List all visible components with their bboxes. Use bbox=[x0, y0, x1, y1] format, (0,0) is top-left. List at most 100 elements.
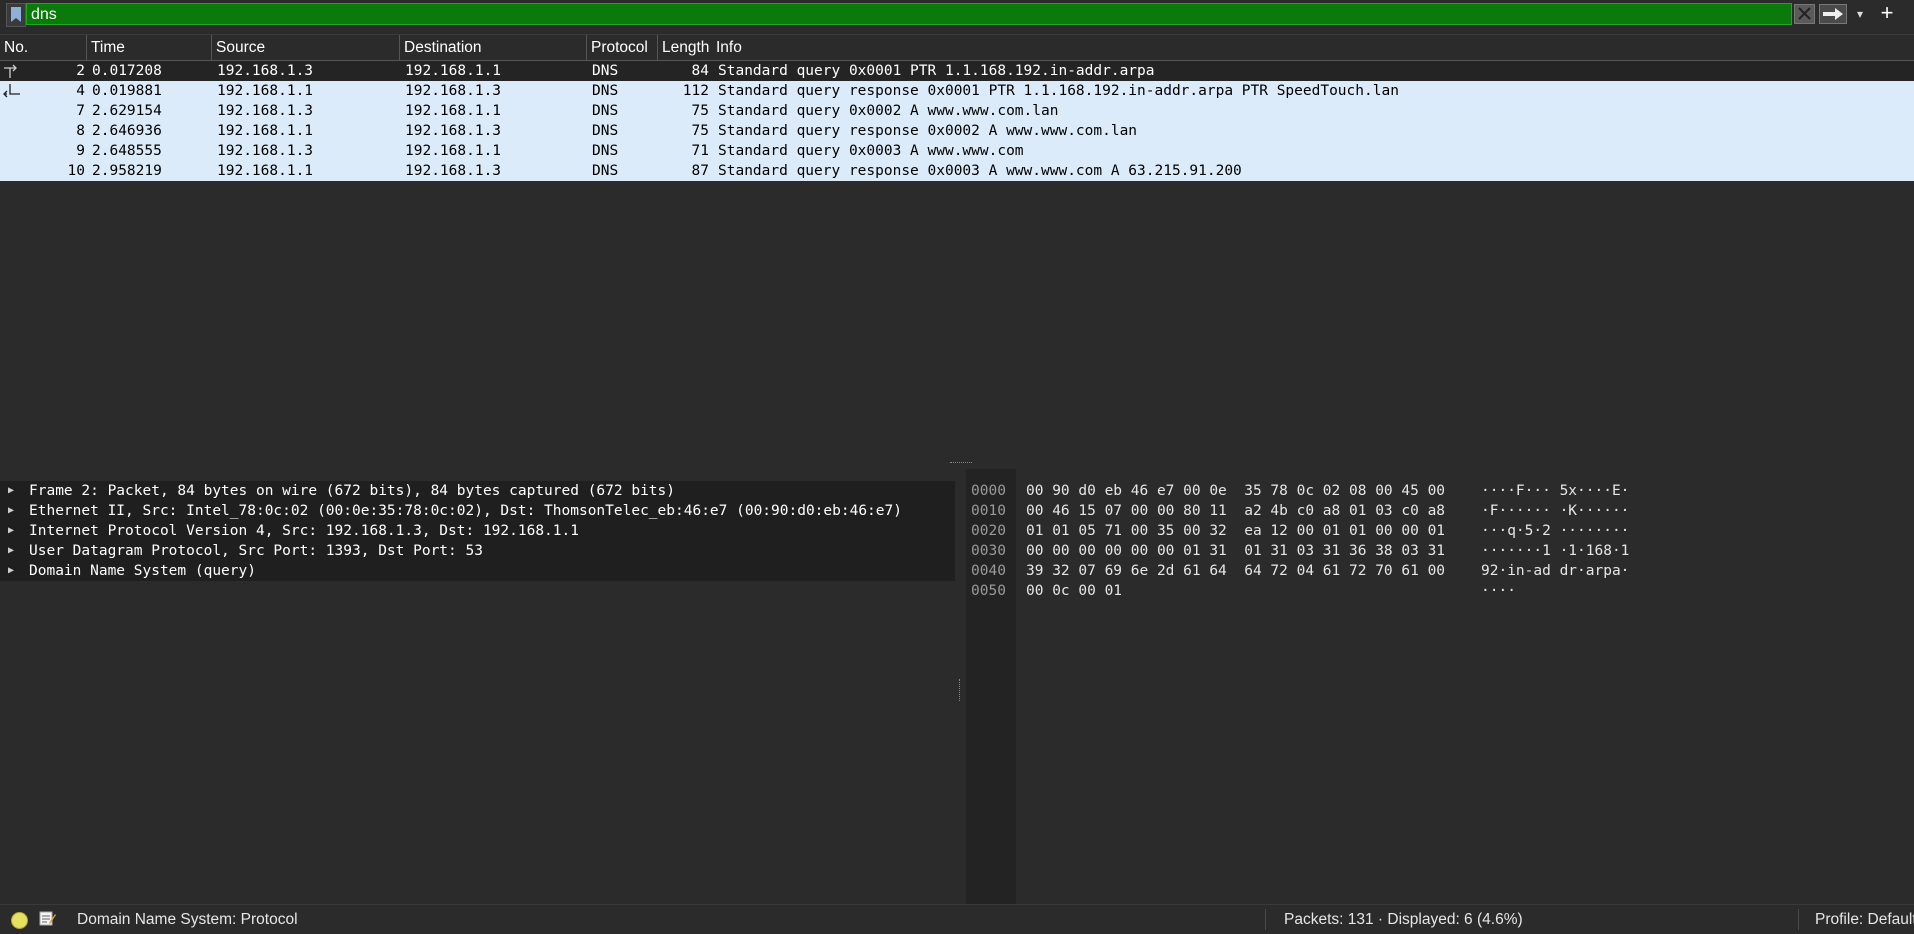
cell-time: 2.648555 bbox=[92, 143, 162, 159]
packet-row[interactable]: 2 0.017208 192.168.1.3 192.168.1.1 DNS 84 Stan… bbox=[0, 61, 1914, 81]
byte-ascii[interactable]: ···· bbox=[1481, 581, 1516, 601]
cell-length: 71 bbox=[691, 143, 709, 159]
cell-destination: 192.168.1.3 bbox=[405, 163, 502, 179]
column-header-destination[interactable]: Destination bbox=[400, 35, 587, 61]
clear-filter-icon[interactable] bbox=[1794, 4, 1815, 24]
cell-source: 192.168.1.3 bbox=[217, 103, 314, 119]
byte-offset: 0000 bbox=[971, 483, 1006, 499]
detail-tree-item[interactable]: ▶ Ethernet II, Src: Intel_78:0c:02 (00:0e… bbox=[0, 501, 955, 521]
column-header-no[interactable]: No. bbox=[0, 35, 87, 61]
add-filter-button[interactable]: + bbox=[1876, 1, 1898, 25]
packet-list: 2 0.017208 192.168.1.3 192.168.1.1 DNS 84 Stan… bbox=[0, 61, 1914, 458]
byte-hex[interactable]: 00 90 d0 eb 46 e7 00 0e 35 78 0c 02 08 0… bbox=[1026, 481, 1445, 501]
packet-row[interactable]: 7 2.629154 192.168.1.3 192.168.1.1 DNS 75 Stan… bbox=[0, 101, 1914, 121]
byte-offset: 0040 bbox=[971, 563, 1006, 579]
column-header-source[interactable]: Source bbox=[212, 35, 400, 61]
cell-destination: 192.168.1.1 bbox=[405, 103, 502, 119]
byte-offset: 0030 bbox=[971, 543, 1006, 559]
related-request-icon bbox=[4, 64, 17, 78]
chevron-down-icon[interactable]: ▾ bbox=[1851, 4, 1869, 24]
detail-item-label: Internet Protocol Version 4, Src: 192.16… bbox=[29, 523, 579, 539]
splitter-handle[interactable] bbox=[950, 462, 972, 465]
cell-source: 192.168.1.3 bbox=[217, 143, 314, 159]
packet-row[interactable]: 10 2.958219 192.168.1.1 192.168.1.3 DNS 87 Sta… bbox=[0, 161, 1914, 181]
byte-offset: 0010 bbox=[971, 503, 1006, 519]
bookmark-icon[interactable] bbox=[6, 3, 26, 27]
cell-protocol: DNS bbox=[592, 83, 619, 99]
packet-row[interactable]: 8 2.646936 192.168.1.1 192.168.1.3 DNS 75 Stan… bbox=[0, 121, 1914, 141]
byte-ascii[interactable]: ···q·5·2 ········ bbox=[1481, 521, 1629, 541]
byte-offset: 0050 bbox=[971, 583, 1006, 599]
byte-offset: 0020 bbox=[971, 523, 1006, 539]
cell-no: 10 bbox=[67, 163, 85, 179]
expand-arrow-icon[interactable]: ▶ bbox=[8, 481, 14, 501]
cell-info: Standard query 0x0001 PTR 1.1.168.192.in… bbox=[718, 63, 1155, 79]
byte-hex[interactable]: 01 01 05 71 00 35 00 32 ea 12 00 01 01 0… bbox=[1026, 521, 1445, 541]
apply-filter-arrow-icon[interactable] bbox=[1819, 4, 1847, 24]
detail-item-label: Ethernet II, Src: Intel_78:0c:02 (00:0e:… bbox=[29, 503, 902, 519]
column-header-length[interactable]: Length bbox=[658, 35, 714, 61]
detail-tree-item[interactable]: ▶ Domain Name System (query) bbox=[0, 561, 955, 581]
pane-splitter-horizontal[interactable] bbox=[0, 458, 1914, 469]
cell-source: 192.168.1.3 bbox=[217, 63, 314, 79]
cell-source: 192.168.1.1 bbox=[217, 163, 314, 179]
packet-bytes-pane: 0000 0010 0020 0030 0040 0050 00 90 d0 eb 46 … bbox=[966, 469, 1914, 904]
cell-source: 192.168.1.1 bbox=[217, 123, 314, 139]
expert-info-icon[interactable] bbox=[11, 912, 28, 929]
cell-info: Standard query response 0x0001 PTR 1.1.1… bbox=[718, 83, 1399, 99]
cell-destination: 192.168.1.3 bbox=[405, 83, 502, 99]
display-filter-toolbar: dns ▾ + bbox=[0, 0, 1914, 28]
cell-protocol: DNS bbox=[592, 163, 619, 179]
detail-tree-item[interactable]: ▶ User Datagram Protocol, Src Port: 1393,… bbox=[0, 541, 955, 561]
byte-ascii[interactable]: ····F··· 5x····E· bbox=[1481, 481, 1629, 501]
byte-ascii[interactable]: ·······1 ·1·168·1 bbox=[1481, 541, 1629, 561]
column-header-info[interactable]: Info bbox=[712, 35, 1914, 61]
cell-destination: 192.168.1.3 bbox=[405, 123, 502, 139]
cell-protocol: DNS bbox=[592, 143, 619, 159]
cell-time: 2.646936 bbox=[92, 123, 162, 139]
cell-time: 0.017208 bbox=[92, 63, 162, 79]
detail-tree-item[interactable]: ▶ Frame 2: Packet, 84 bytes on wire (672 … bbox=[0, 481, 955, 501]
detail-item-label: Frame 2: Packet, 84 bytes on wire (672 b… bbox=[29, 483, 676, 499]
detail-item-label: User Datagram Protocol, Src Port: 1393, … bbox=[29, 543, 483, 559]
byte-hex[interactable]: 00 00 00 00 00 00 01 31 01 31 03 31 36 3… bbox=[1026, 541, 1445, 561]
cell-info: Standard query 0x0003 A www.www.com bbox=[718, 143, 1024, 159]
expand-arrow-icon[interactable]: ▶ bbox=[8, 501, 14, 521]
packet-row[interactable]: 9 2.648555 192.168.1.3 192.168.1.1 DNS 71 Stan… bbox=[0, 141, 1914, 161]
status-separator bbox=[1798, 909, 1799, 930]
status-bar: Domain Name System: Protocol Packets: 13… bbox=[0, 904, 1914, 933]
cell-no: 7 bbox=[76, 103, 85, 119]
cell-time: 2.629154 bbox=[92, 103, 162, 119]
byte-hex[interactable]: 00 46 15 07 00 00 80 11 a2 4b c0 a8 01 0… bbox=[1026, 501, 1445, 521]
display-filter-input[interactable]: dns bbox=[26, 3, 1792, 25]
detail-item-label: Domain Name System (query) bbox=[29, 563, 256, 579]
cell-protocol: DNS bbox=[592, 123, 619, 139]
related-response-icon bbox=[3, 84, 20, 98]
column-header-time[interactable]: Time bbox=[87, 35, 212, 61]
byte-ascii[interactable]: ·F······ ·K······ bbox=[1481, 501, 1629, 521]
cell-info: Standard query response 0x0002 A www.www… bbox=[718, 123, 1138, 139]
column-header-protocol[interactable]: Protocol bbox=[587, 35, 658, 61]
cell-length: 75 bbox=[691, 103, 709, 119]
packet-row[interactable]: 4 0.019881 192.168.1.1 192.168.1.3 DNS 112 Sta… bbox=[0, 81, 1914, 101]
cell-no: 8 bbox=[76, 123, 85, 139]
status-profile[interactable]: Profile: Default bbox=[1815, 905, 1914, 934]
cell-no: 9 bbox=[76, 143, 85, 159]
splitter-handle[interactable] bbox=[959, 679, 962, 701]
packet-details-tree: ▶ Frame 2: Packet, 84 bytes on wire (672 … bbox=[0, 469, 955, 904]
cell-length: 84 bbox=[691, 63, 709, 79]
cell-info: Standard query response 0x0003 A www.www… bbox=[718, 163, 1242, 179]
pane-splitter-vertical[interactable] bbox=[955, 469, 966, 904]
status-separator bbox=[1265, 909, 1266, 930]
byte-ascii[interactable]: 92·in-ad dr·arpa· bbox=[1481, 561, 1629, 581]
byte-hex[interactable]: 39 32 07 69 6e 2d 61 64 64 72 04 61 72 7… bbox=[1026, 561, 1445, 581]
capture-comment-icon[interactable] bbox=[39, 910, 56, 927]
expand-arrow-icon[interactable]: ▶ bbox=[8, 541, 14, 561]
detail-tree-item[interactable]: ▶ Internet Protocol Version 4, Src: 192.1… bbox=[0, 521, 955, 541]
bytes-offset-gutter: 0000 0010 0020 0030 0040 0050 bbox=[966, 469, 1016, 904]
expand-arrow-icon[interactable]: ▶ bbox=[8, 521, 14, 541]
byte-hex[interactable]: 00 0c 00 01 bbox=[1026, 581, 1122, 601]
cell-destination: 192.168.1.1 bbox=[405, 63, 502, 79]
packet-list-header: No. Time Source Destination Protocol Len… bbox=[0, 34, 1914, 61]
expand-arrow-icon[interactable]: ▶ bbox=[8, 561, 14, 581]
